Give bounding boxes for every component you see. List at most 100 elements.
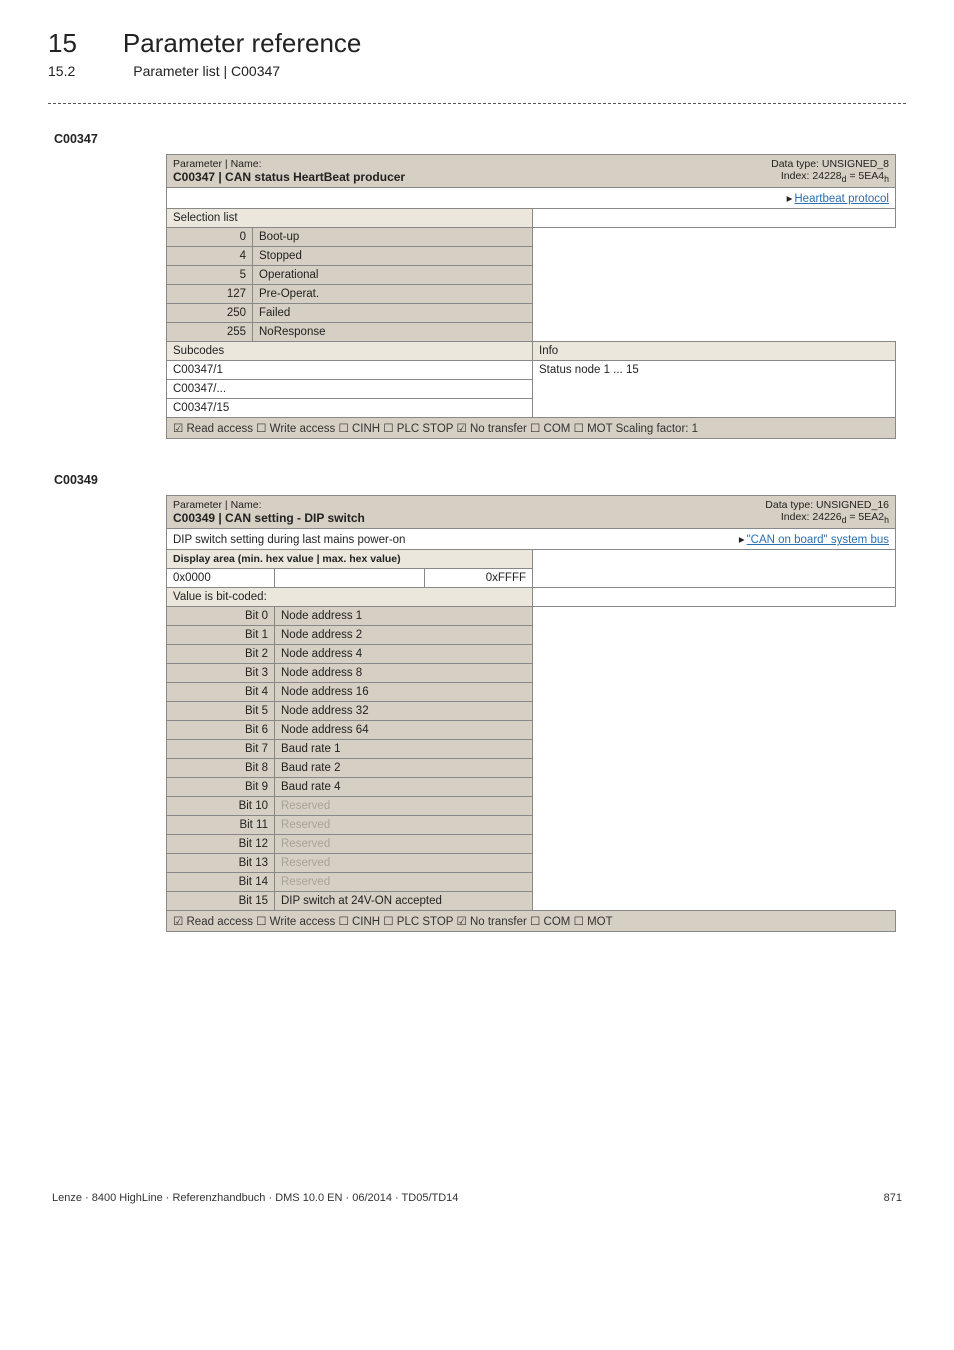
sel-val: NoResponse xyxy=(253,323,533,342)
index-text: Index: 24226 xyxy=(781,511,842,523)
bit-key: Bit 8 xyxy=(167,759,275,778)
access-flags: ☑ Read access ☐ Write access ☐ CINH ☐ PL… xyxy=(167,911,896,932)
bit-key: Bit 2 xyxy=(167,645,275,664)
table-row: Bit 0Node address 1 xyxy=(167,607,896,626)
bit-blank xyxy=(533,588,896,607)
table-row: Bit 6Node address 64 xyxy=(167,721,896,740)
link-row: ▸Heartbeat protocol xyxy=(167,188,896,209)
bit-val: Reserved xyxy=(275,797,533,816)
index-eq: = 5EA4 xyxy=(846,170,884,182)
table-row: Bit 7Baud rate 1 xyxy=(167,740,896,759)
table-row: Bit 3Node address 8 xyxy=(167,664,896,683)
bit-key: Bit 3 xyxy=(167,664,275,683)
footer-left: Lenze · 8400 HighLine · Referenzhandbuch… xyxy=(52,1192,458,1204)
table-row: Bit 5Node address 32 xyxy=(167,702,896,721)
info-header: Info xyxy=(533,342,896,361)
sel-val: Failed xyxy=(253,304,533,323)
bit-val: Baud rate 1 xyxy=(275,740,533,759)
dtype: Data type: UNSIGNED_8 xyxy=(771,158,889,170)
bit-key: Bit 12 xyxy=(167,835,275,854)
desc-link-row: DIP switch setting during last mains pow… xyxy=(167,529,896,550)
bit-key: Bit 15 xyxy=(167,892,275,911)
table-row: Bit 4Node address 16 xyxy=(167,683,896,702)
bit-val: Reserved xyxy=(275,835,533,854)
param-label-c00347: C00347 xyxy=(54,132,906,146)
table-row: Bit 13Reserved xyxy=(167,854,896,873)
access-footer: ☑ Read access ☐ Write access ☐ CINH ☐ PL… xyxy=(167,911,896,932)
table-row: 127Pre-Operat. xyxy=(167,285,896,304)
page-number: 871 xyxy=(884,1192,902,1204)
table-c00347: Parameter | Name: C00347 | CAN status He… xyxy=(166,154,896,439)
index-text: Index: 24228 xyxy=(781,170,842,182)
subcode-key: C00347/15 xyxy=(167,399,533,418)
bit-val: Node address 16 xyxy=(275,683,533,702)
bit-val: Node address 32 xyxy=(275,702,533,721)
name-prefix: Parameter | Name: xyxy=(173,499,262,511)
param-label-c00349: C00349 xyxy=(54,473,906,487)
heartbeat-link[interactable]: Heartbeat protocol xyxy=(794,193,889,205)
table-row: C00347/1 Status node 1 ... 15 xyxy=(167,361,896,380)
display-area-header: Display area (min. hex value | max. hex … xyxy=(167,550,533,569)
dtype-index: Data type: UNSIGNED_16 Index: 24226d = 5… xyxy=(765,499,889,525)
table-row: Bit 2Node address 4 xyxy=(167,645,896,664)
table-row: Bit 8Baud rate 2 xyxy=(167,759,896,778)
table-row: Bit 14Reserved xyxy=(167,873,896,892)
max-hex: 0xFFFF xyxy=(425,569,533,588)
sel-val: Pre-Operat. xyxy=(253,285,533,304)
table-row: Bit 11Reserved xyxy=(167,816,896,835)
name-prefix: Parameter | Name: xyxy=(173,158,262,170)
bit-key: Bit 0 xyxy=(167,607,275,626)
dtype: Data type: UNSIGNED_16 xyxy=(765,499,889,511)
table-row: 255NoResponse xyxy=(167,323,896,342)
bit-val: Node address 4 xyxy=(275,645,533,664)
spacer-cell xyxy=(275,569,425,588)
divider xyxy=(48,103,906,104)
bit-val: DIP switch at 24V-ON accepted xyxy=(275,892,533,911)
access-footer: ☑ Read access ☐ Write access ☐ CINH ☐ PL… xyxy=(167,418,896,439)
bit-key: Bit 11 xyxy=(167,816,275,835)
sel-num: 0 xyxy=(167,228,253,247)
bit-coded-header: Value is bit-coded: xyxy=(167,588,533,607)
table-c00349: Parameter | Name: C00349 | CAN setting -… xyxy=(166,495,896,932)
bit-key: Bit 5 xyxy=(167,702,275,721)
table-row: 0Boot-up xyxy=(167,228,896,247)
sel-num: 127 xyxy=(167,285,253,304)
table-header-row: Parameter | Name: C00347 | CAN status He… xyxy=(167,155,896,188)
bit-key: Bit 4 xyxy=(167,683,275,702)
table-row: 4Stopped xyxy=(167,247,896,266)
table-row: Bit 15DIP switch at 24V-ON accepted xyxy=(167,892,896,911)
index-eq: = 5EA2 xyxy=(846,511,884,523)
table-row: Bit 1Node address 2 xyxy=(167,626,896,645)
sel-num: 5 xyxy=(167,266,253,285)
bit-key: Bit 7 xyxy=(167,740,275,759)
sel-val: Operational xyxy=(253,266,533,285)
bit-val: Reserved xyxy=(275,873,533,892)
table-row: Bit 12Reserved xyxy=(167,835,896,854)
table-row: 5Operational xyxy=(167,266,896,285)
sel-val: Stopped xyxy=(253,247,533,266)
section-title: Parameter list | C00347 xyxy=(133,63,280,79)
subcode-info: Status node 1 ... 15 xyxy=(533,361,896,418)
section-number: 15.2 xyxy=(48,63,75,79)
subcode-key: C00347/1 xyxy=(167,361,533,380)
bit-key: Bit 10 xyxy=(167,797,275,816)
sel-val: Boot-up xyxy=(253,228,533,247)
bit-val: Reserved xyxy=(275,854,533,873)
index-sub-h: h xyxy=(884,174,889,184)
table-row: 250Failed xyxy=(167,304,896,323)
param-name: C00349 | CAN setting - DIP switch xyxy=(173,511,365,525)
bit-key: Bit 9 xyxy=(167,778,275,797)
access-flags: ☑ Read access ☐ Write access ☐ CINH ☐ PL… xyxy=(167,418,896,439)
bit-key: Bit 1 xyxy=(167,626,275,645)
index-sub-h: h xyxy=(884,515,889,525)
bit-key: Bit 13 xyxy=(167,854,275,873)
sel-num: 250 xyxy=(167,304,253,323)
triangle-icon: ▸ xyxy=(739,532,745,546)
table-row: Bit 10Reserved xyxy=(167,797,896,816)
chapter-title: Parameter reference xyxy=(123,28,361,59)
subcodes-header: Subcodes xyxy=(167,342,533,361)
selection-blank xyxy=(533,209,896,228)
can-link[interactable]: "CAN on board" system bus xyxy=(747,534,889,546)
sel-num: 255 xyxy=(167,323,253,342)
bit-val: Node address 8 xyxy=(275,664,533,683)
